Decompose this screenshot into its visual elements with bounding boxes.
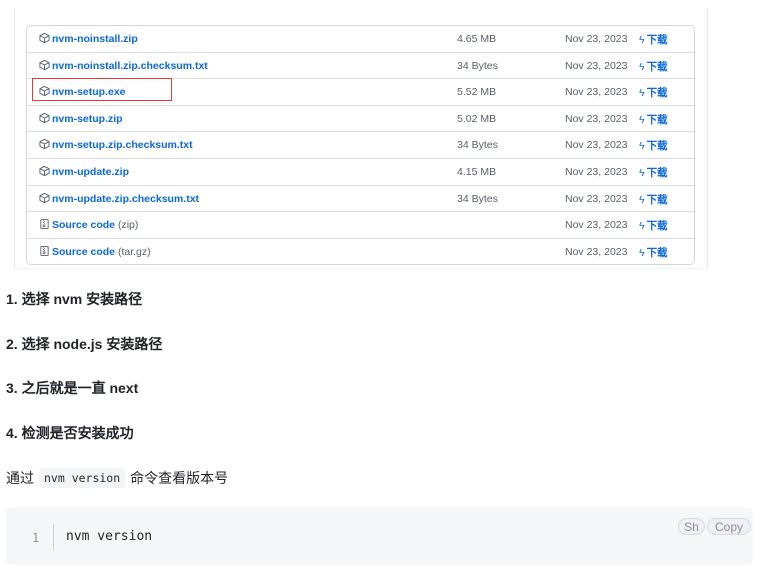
lightning-icon: ϟ [639, 166, 645, 179]
package-icon [39, 32, 50, 44]
lightning-icon: ϟ [639, 87, 645, 100]
lightning-icon: ϟ [639, 34, 645, 46]
instruction-paragraph: 通过 nvm version 命令查看版本号 [6, 468, 228, 488]
package-icon [39, 59, 50, 71]
file-zip-icon [39, 218, 50, 230]
asset-date: Nov 23, 2023 [565, 245, 628, 258]
package-icon [39, 112, 50, 124]
file-zip-icon [39, 245, 50, 257]
download-link[interactable]: ϟ 下载 [639, 138, 668, 153]
download-link[interactable]: ϟ 下载 [639, 59, 668, 74]
asset-date: Nov 23, 2023 [565, 112, 628, 125]
asset-size: 34 Bytes [457, 59, 498, 72]
release-assets-list: nvm-noinstall.zip 4.65 MB Nov 23, 2023 ϟ 下载… [26, 25, 695, 266]
asset-date: Nov 23, 2023 [565, 139, 628, 152]
asset-row: nvm-noinstall.zip.checksum.txt 34 Bytes N… [27, 51, 694, 79]
asset-link[interactable]: nvm-update.zip.checksum.txt [52, 193, 199, 205]
lightning-icon: ϟ [639, 193, 645, 206]
code-block: 1 nvm version Sh Copy [6, 507, 753, 565]
download-link[interactable]: ϟ 下载 [639, 165, 668, 180]
asset-link[interactable]: Source code (zip) [52, 219, 138, 231]
asset-row: nvm-update.zip.checksum.txt 34 Bytes Nov … [27, 184, 694, 212]
lightning-icon: ϟ [639, 113, 645, 126]
asset-size: 4.65 MB [457, 33, 497, 45]
asset-row: Source code (zip) Nov 23, 2023 ϟ 下载 [27, 211, 694, 238]
lightning-icon: ϟ [639, 60, 645, 73]
asset-date: Nov 23, 2023 [565, 86, 628, 99]
asset-date: Nov 23, 2023 [565, 192, 628, 205]
asset-row: nvm-update.zip 4.15 MB Nov 23, 2023 ϟ 下载 [27, 157, 694, 185]
lightning-icon: ϟ [639, 246, 645, 259]
highlight-annotation [32, 78, 172, 101]
package-icon [39, 138, 50, 150]
line-number: 1 [32, 531, 40, 545]
inline-code: nvm version [39, 468, 126, 488]
asset-row: Source code (tar.gz) Nov 23, 2023 ϟ 下载 [27, 237, 694, 265]
paragraph-text-after: 命令查看版本号 [130, 470, 229, 486]
asset-link[interactable]: nvm-noinstall.zip [52, 33, 138, 45]
asset-link[interactable]: nvm-update.zip [52, 166, 129, 178]
package-icon [39, 165, 50, 177]
download-link[interactable]: ϟ 下载 [639, 192, 668, 207]
download-link[interactable]: ϟ 下载 [639, 32, 668, 47]
asset-link[interactable]: nvm-setup.zip.checksum.txt [52, 139, 193, 151]
asset-row: nvm-setup.zip 5.02 MB Nov 23, 2023 ϟ 下载 [27, 104, 694, 132]
asset-size: 5.52 MB [457, 86, 497, 99]
language-button[interactable]: Sh [678, 518, 705, 535]
step-heading-3: 3. 之后就是一直 next [6, 380, 139, 396]
gutter-divider [53, 524, 54, 550]
asset-date: Nov 23, 2023 [565, 219, 628, 232]
asset-row: nvm-setup.zip.checksum.txt 34 Bytes Nov 2… [27, 131, 694, 158]
step-heading-4: 4. 检测是否安装成功 [6, 425, 134, 441]
asset-size: 5.02 MB [457, 112, 497, 125]
download-link[interactable]: ϟ 下载 [639, 112, 668, 127]
step-heading-1: 1. 选择 nvm 安装路径 [6, 291, 143, 307]
asset-date: Nov 23, 2023 [565, 33, 628, 45]
asset-size: 4.15 MB [457, 165, 497, 178]
asset-link[interactable]: nvm-setup.zip [52, 113, 123, 125]
download-link[interactable]: ϟ 下载 [639, 218, 668, 233]
step-heading-2: 2. 选择 node.js 安装路径 [6, 336, 163, 352]
download-link[interactable]: ϟ 下载 [639, 245, 668, 260]
asset-date: Nov 23, 2023 [565, 59, 628, 72]
download-link[interactable]: ϟ 下载 [639, 85, 668, 100]
asset-row: nvm-noinstall.zip 4.65 MB Nov 23, 2023 ϟ 下载 [27, 26, 694, 52]
lightning-icon: ϟ [639, 220, 645, 233]
lightning-icon: ϟ [639, 140, 645, 153]
paragraph-text-before: 通过 [6, 470, 34, 486]
asset-date: Nov 23, 2023 [565, 165, 628, 178]
copy-button[interactable]: Copy [707, 518, 751, 535]
asset-link[interactable]: Source code (tar.gz) [52, 246, 151, 258]
package-icon [39, 192, 50, 204]
code-line[interactable]: nvm version [66, 529, 152, 544]
asset-size: 34 Bytes [457, 139, 498, 152]
asset-size: 34 Bytes [457, 192, 498, 205]
asset-link[interactable]: nvm-noinstall.zip.checksum.txt [52, 60, 208, 72]
